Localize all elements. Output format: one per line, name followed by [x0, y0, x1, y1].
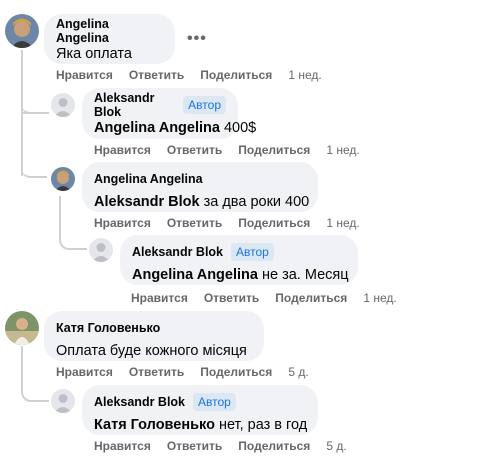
- share-button[interactable]: Поделиться: [200, 68, 272, 82]
- reply-button[interactable]: Ответить: [167, 143, 222, 157]
- timestamp[interactable]: 1 нед.: [288, 68, 321, 82]
- more-horizontal-icon[interactable]: •••: [187, 30, 207, 48]
- comment-author[interactable]: Aleksandr Blok: [94, 91, 175, 119]
- thread-line: [21, 100, 47, 114]
- avatar[interactable]: [5, 311, 39, 345]
- comment-author[interactable]: Aleksandr Blok: [94, 395, 185, 409]
- timestamp[interactable]: 5 д.: [288, 365, 308, 379]
- share-button[interactable]: Поделиться: [238, 216, 310, 230]
- comment-actions: Нравится Ответить Поделиться 1 нед.: [94, 142, 360, 158]
- avatar[interactable]: [89, 238, 113, 262]
- share-button[interactable]: Поделиться: [238, 143, 310, 157]
- share-button[interactable]: Поделиться: [238, 439, 310, 453]
- avatar[interactable]: [51, 389, 75, 413]
- avatar[interactable]: [51, 167, 75, 191]
- thread-line: [59, 196, 87, 250]
- mention[interactable]: Angelina Angelina: [94, 120, 220, 136]
- comment-text: Яка оплата: [56, 46, 132, 62]
- comment-bubble: Aleksandr Blok Автор Angelina Angelina не…: [120, 235, 358, 285]
- like-button[interactable]: Нравится: [94, 143, 151, 157]
- thread-line: [21, 162, 47, 178]
- comment-text: Aleksandr Blok за два роки 400: [94, 194, 310, 210]
- reply-button[interactable]: Ответить: [167, 439, 222, 453]
- comment-actions: Нравится Ответить Поделиться 5 д.: [56, 364, 309, 380]
- timestamp[interactable]: 1 нед.: [363, 291, 396, 305]
- timestamp[interactable]: 1 нед.: [326, 216, 359, 230]
- mention[interactable]: Angelina Angelina: [132, 267, 258, 283]
- comment-bubble: Angelina Angelina Aleksandr Blok за два …: [82, 162, 318, 212]
- like-button[interactable]: Нравится: [56, 68, 113, 82]
- comment-actions: Нравится Ответить Поделиться 1 нед.: [94, 215, 360, 231]
- mention[interactable]: Катя Головенько: [94, 417, 215, 433]
- reply-button[interactable]: Ответить: [167, 216, 222, 230]
- comment-author[interactable]: Aleksandr Blok: [132, 245, 223, 259]
- comment-text: Оплата буде кожного місяця: [56, 343, 247, 359]
- author-badge: Автор: [231, 243, 274, 261]
- author-badge: Автор: [193, 393, 236, 411]
- timestamp[interactable]: 1 нед.: [326, 143, 359, 157]
- comment-text: Angelina Angelina не за. Месяц: [132, 267, 349, 283]
- like-button[interactable]: Нравится: [56, 365, 113, 379]
- timestamp[interactable]: 5 д.: [326, 439, 346, 453]
- like-button[interactable]: Нравится: [94, 439, 151, 453]
- share-button[interactable]: Поделиться: [275, 291, 347, 305]
- comment-bubble: Aleksandr Blok Автор Angelina Angelina 40…: [82, 88, 257, 139]
- comment-bubble: Катя Головенько Оплата буде кожного міся…: [44, 311, 264, 361]
- reply-button[interactable]: Ответить: [129, 68, 184, 82]
- comment-text: Angelina Angelina 400$: [94, 120, 257, 136]
- comment-bubble: Aleksandr Blok Автор Катя Головенько нет,…: [82, 385, 318, 435]
- like-button[interactable]: Нравится: [131, 291, 188, 305]
- avatar[interactable]: [5, 14, 39, 48]
- thread-line: [21, 346, 49, 402]
- comment-author[interactable]: Angelina Angelina: [56, 17, 163, 45]
- avatar[interactable]: [51, 93, 75, 117]
- like-button[interactable]: Нравится: [94, 216, 151, 230]
- comment-text: Катя Головенько нет, раз в год: [94, 417, 308, 433]
- reply-button[interactable]: Ответить: [204, 291, 259, 305]
- comment-actions: Нравится Ответить Поделиться 1 нед.: [131, 290, 397, 306]
- share-button[interactable]: Поделиться: [200, 365, 272, 379]
- mention[interactable]: Aleksandr Blok: [94, 194, 200, 210]
- comment-author[interactable]: Angelina Angelina: [94, 172, 203, 186]
- comment-author[interactable]: Катя Головенько: [56, 321, 160, 335]
- author-badge: Автор: [183, 96, 226, 114]
- comment-actions: Нравится Ответить Поделиться 1 нед.: [56, 67, 322, 83]
- reply-button[interactable]: Ответить: [129, 365, 184, 379]
- comment-actions: Нравится Ответить Поделиться 5 д.: [94, 438, 347, 454]
- comment-bubble: Angelina Angelina Яка оплата: [44, 14, 175, 64]
